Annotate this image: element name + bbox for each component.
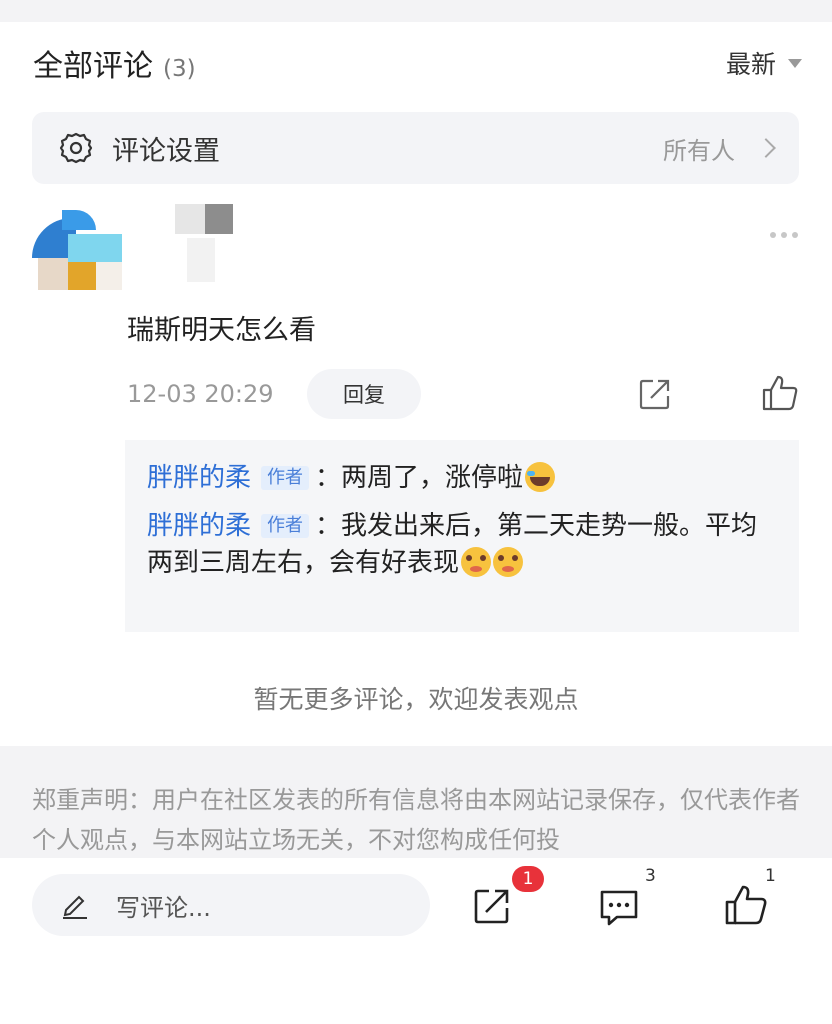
reply-item: 胖胖的柔 作者 ：我发出来后，第二天走势一般。平均两到三周左右，会有好表现 <box>147 508 777 581</box>
avatar[interactable] <box>32 210 124 292</box>
comment-settings-value: 所有人 <box>663 136 735 165</box>
comment-bubble-icon[interactable] <box>598 888 640 928</box>
reply-button[interactable]: 回复 <box>307 369 421 419</box>
comment-time: 12-03 20:29 <box>127 380 274 408</box>
chevron-right-icon <box>756 138 776 158</box>
comments-title: 全部评论 <box>33 49 153 84</box>
author-badge: 作者 <box>261 514 310 539</box>
top-divider-strip <box>0 0 832 22</box>
comment-settings-label: 评论设置 <box>112 135 220 167</box>
reply-thread: 胖胖的柔 作者 ：两周了，涨停啦 胖胖的柔 作者 ：我发出来后，第二天走势一般。平均两到… <box>125 440 799 632</box>
reply-author-name[interactable]: 胖胖的柔 <box>147 463 251 493</box>
flushed-emoji-icon <box>493 546 524 577</box>
comment-input-placeholder: 写评论... <box>116 893 211 922</box>
reply-author-name[interactable]: 胖胖的柔 <box>147 511 251 541</box>
caret-down-icon <box>788 58 802 68</box>
pencil-icon <box>60 890 90 920</box>
sort-label: 最新 <box>725 50 776 79</box>
reply-separator: ： <box>315 463 342 493</box>
laugh-cry-emoji-icon <box>525 462 556 492</box>
comment-text: 瑞斯明天怎么看 <box>127 315 316 346</box>
sort-dropdown[interactable]: 最新 <box>726 45 802 81</box>
comments-header: 全部评论 (3) 最新 <box>33 40 802 86</box>
share-button-icon[interactable] <box>472 886 512 926</box>
reply-text: 两周了，涨停啦 <box>341 463 524 493</box>
comment-meta: 12-03 20:29 回复 <box>127 368 799 420</box>
share-badge: 1 <box>512 866 544 892</box>
like-icon[interactable] <box>761 374 799 412</box>
bottom-action-bar: 写评论... 1 3 1 <box>0 858 832 1024</box>
username-blurred <box>175 190 237 290</box>
no-more-comments-text: 暂无更多评论，欢迎发表观点 <box>253 685 579 714</box>
disclaimer-text: 郑重声明：用户在社区发表的所有信息将由本网站记录保存，仅代表作者个人观点，与本网… <box>32 786 800 854</box>
comment-count: 3 <box>645 866 656 886</box>
comment-settings-row[interactable]: 评论设置 所有人 <box>32 112 799 184</box>
disclaimer-section: 郑重声明：用户在社区发表的所有信息将由本网站记录保存，仅代表作者个人观点，与本网… <box>0 746 832 858</box>
gear-icon <box>58 130 94 166</box>
reply-separator: ： <box>315 511 342 542</box>
like-button-icon[interactable] <box>724 884 768 926</box>
share-icon[interactable] <box>637 376 673 412</box>
comment-input[interactable]: 写评论... <box>32 874 430 936</box>
author-badge: 作者 <box>261 466 310 490</box>
more-options-icon[interactable] <box>770 232 798 238</box>
comments-title-group: 全部评论 (3) <box>33 41 196 85</box>
reply-item: 胖胖的柔 作者 ：两周了，涨停啦 <box>147 460 777 496</box>
flushed-emoji-icon <box>461 546 492 577</box>
comments-count: (3) <box>163 56 196 82</box>
like-count: 1 <box>765 866 776 886</box>
